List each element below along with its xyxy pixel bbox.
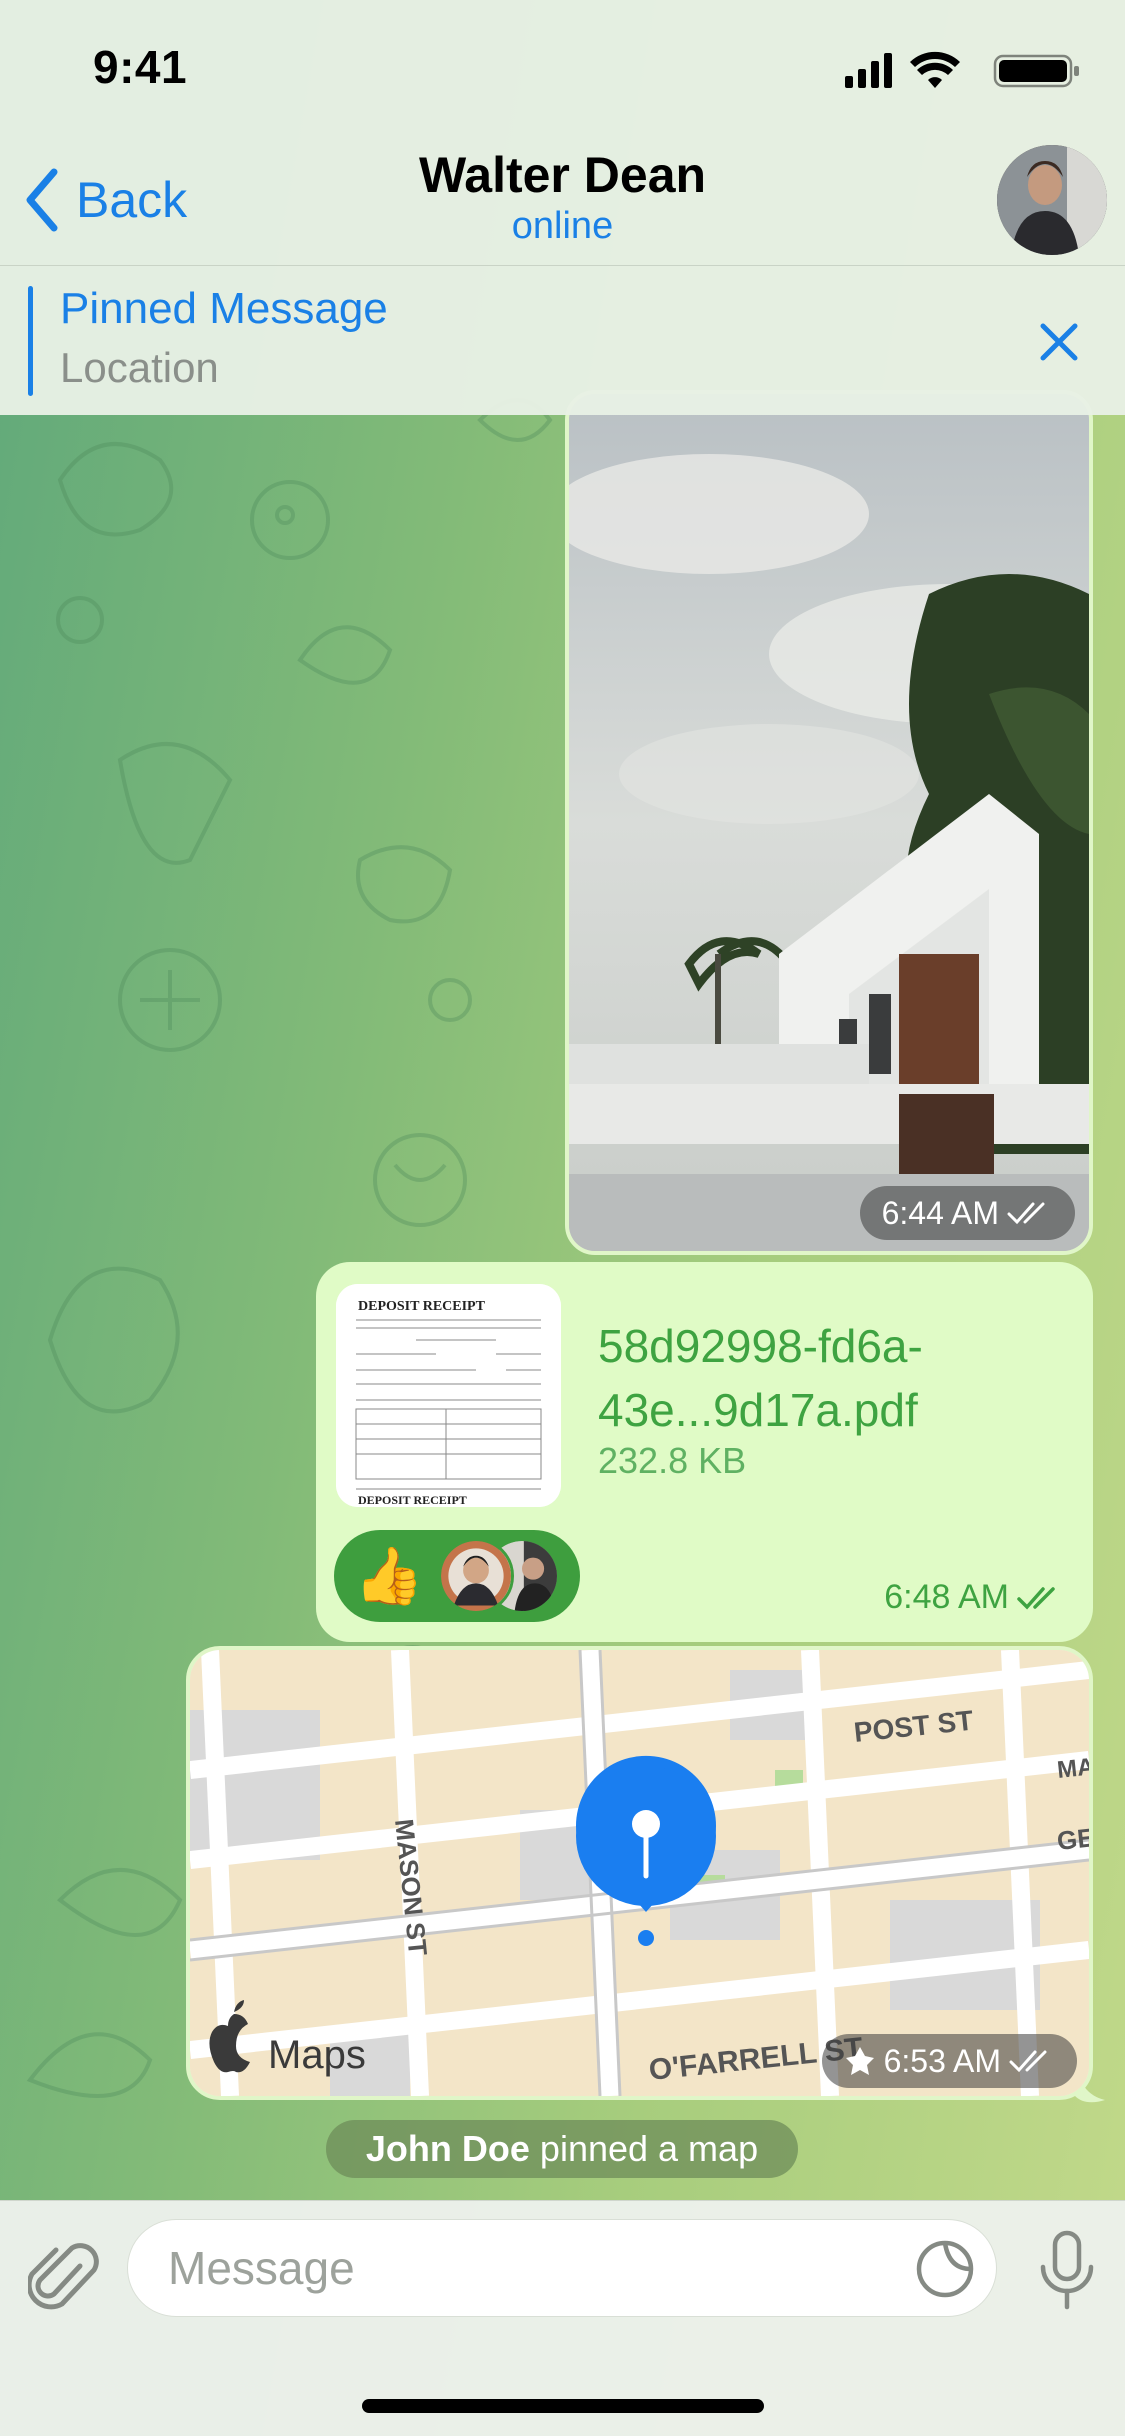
service-message: John Doe pinned a map: [326, 2120, 798, 2178]
svg-text:MA: MA: [1056, 1753, 1089, 1784]
pinned-message-bar[interactable]: Pinned Message Location: [0, 265, 1125, 415]
svg-text:DEPOSIT RECEIPT: DEPOSIT RECEIPT: [358, 1493, 467, 1507]
house-photo: [569, 394, 1089, 1251]
sticker-icon[interactable]: [914, 2238, 976, 2300]
reactor-avatar: [438, 1538, 514, 1614]
svg-text:DEPOSIT RECEIPT: DEPOSIT RECEIPT: [358, 1299, 486, 1314]
thumbs-up-icon: 👍: [354, 1544, 424, 1607]
message-composer: [0, 2200, 1125, 2436]
contact-avatar[interactable]: [997, 145, 1107, 255]
status-time: 9:41: [93, 41, 188, 93]
pdf-preview: DEPOSIT RECEIPT DEPOSIT RECEIPT: [336, 1284, 561, 1507]
battery-icon: [993, 54, 1079, 88]
double-check-icon: [1017, 1586, 1055, 1610]
cellular-signal-icon: [845, 53, 892, 88]
file-timestamp: 6:48 AM: [884, 1578, 1063, 1617]
status-indicators: [845, 51, 1079, 88]
reactions-badge[interactable]: 👍: [334, 1530, 580, 1622]
pinned-accent-bar: [28, 286, 33, 396]
photo-message[interactable]: 6:44 AM: [565, 390, 1093, 1255]
double-check-icon: [1009, 2050, 1047, 2073]
message-field-container: [127, 2219, 997, 2317]
contact-name[interactable]: Walter Dean: [0, 146, 1125, 204]
map-time: 6:53 AM: [883, 2042, 1001, 2079]
pinned-subtitle: Location: [60, 344, 219, 391]
svg-text:Maps: Maps: [268, 2033, 366, 2077]
svg-text:GE: GE: [1055, 1822, 1089, 1856]
wifi-icon: [910, 51, 960, 88]
microphone-icon[interactable]: [1037, 2229, 1097, 2313]
service-action: pinned a map: [539, 2128, 759, 2169]
navigation-header: 9:41 Back Walter Dean online: [0, 0, 1125, 265]
map-timestamp: 6:53 AM: [821, 2034, 1077, 2088]
close-icon[interactable]: [1029, 312, 1089, 372]
pinned-title: Pinned Message: [60, 284, 388, 333]
photo-time: 6:44 AM: [881, 1194, 999, 1231]
message-input[interactable]: [168, 2220, 868, 2316]
contact-status: online: [511, 205, 614, 247]
file-thumbnail[interactable]: DEPOSIT RECEIPT DEPOSIT RECEIPT: [336, 1284, 561, 1507]
file-message[interactable]: DEPOSIT RECEIPT DEPOSIT RECEIPT 58d92998…: [316, 1262, 1093, 1642]
home-indicator: [362, 2399, 764, 2413]
file-size: 232.8 KB: [598, 1440, 747, 1481]
service-actor[interactable]: John Doe: [366, 2128, 530, 2170]
pin-icon: [845, 2047, 874, 2075]
file-time: 6:48 AM: [884, 1578, 1009, 1616]
double-check-icon: [1007, 1202, 1045, 1225]
file-name: 58d92998-fd6a-43e...9d17a.pdf: [598, 1320, 923, 1436]
avatar-photo: [997, 145, 1107, 255]
map-view: POST ST MASON ST O'FARRELL ST MA GE Maps: [190, 1650, 1089, 2096]
paperclip-icon[interactable]: [28, 2236, 100, 2316]
photo-timestamp: 6:44 AM: [859, 1186, 1075, 1240]
location-message[interactable]: POST ST MASON ST O'FARRELL ST MA GE Maps…: [186, 1646, 1093, 2100]
